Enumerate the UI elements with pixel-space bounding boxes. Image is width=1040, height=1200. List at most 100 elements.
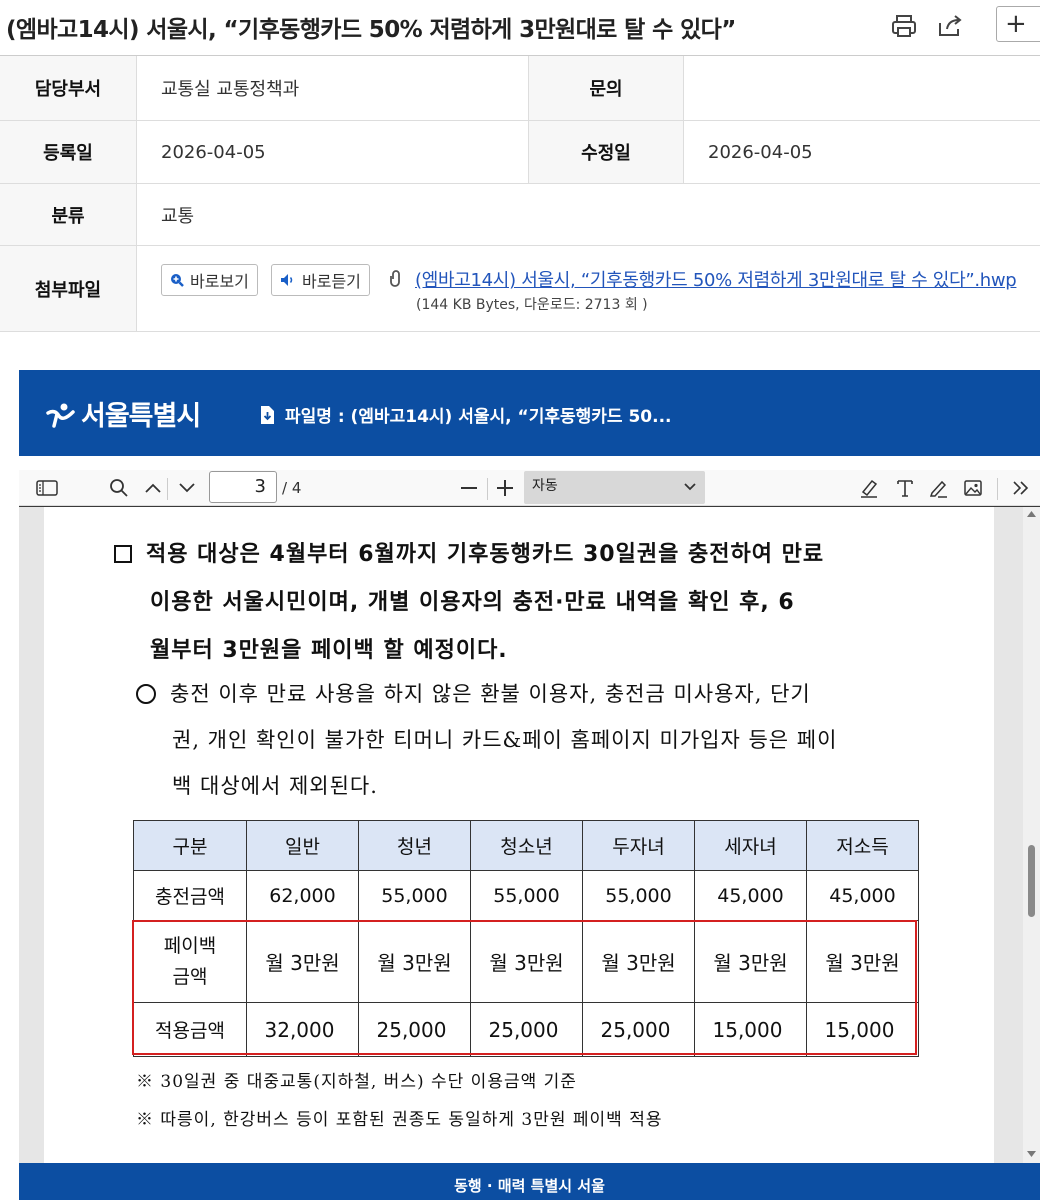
seoul-logo-text: 서울특별시: [81, 401, 201, 432]
paragraph-main: 적용 대상은 4월부터 6월까지 기후동행카드 30일권을 충전하여 만료 이용…: [114, 531, 944, 675]
viewer-toolbar: 3 / 4 자동: [19, 470, 1040, 506]
attach-area: 바로보기 바로듣기 (엠바고14시) 서울시, “기후동행카드 50% 저렴하게…: [137, 246, 1040, 331]
attachment-meta: (144 KB Bytes, 다운로드: 2713 회 ): [416, 297, 648, 313]
contact-value: [684, 56, 1040, 120]
viewer-header: 서울특별시 파일명 : (엠바고14시) 서울시, “기후동행카드 50...: [19, 370, 1040, 456]
sidebar-toggle-icon[interactable]: [35, 476, 59, 500]
scroll-down-icon[interactable]: [1027, 1151, 1036, 1157]
note-2: ※ 따릉이, 한강버스 등이 포함된 권종도 동일하게 3만원 페이백 적용: [136, 1110, 663, 1130]
zoom-out-icon[interactable]: [457, 476, 481, 500]
toolbar-divider: [997, 478, 998, 500]
scrollbar[interactable]: [1023, 507, 1040, 1163]
paragraph-sub: 충전 이후 만료 사용을 하지 않은 환불 이용자, 충전금 미사용자, 단기 …: [136, 671, 944, 809]
attach-label: 첨부파일: [0, 246, 137, 331]
chevron-up-icon[interactable]: [141, 476, 165, 500]
payback-label-line2: 금액: [172, 965, 208, 988]
zoom-in-icon[interactable]: [493, 476, 517, 500]
listen-button[interactable]: 바로듣기: [271, 264, 370, 296]
para2-line1: 충전 이후 만료 사용을 하지 않은 환불 이용자, 충전금 미사용자, 단기: [170, 682, 811, 706]
table-cell: 55,000: [582, 870, 695, 921]
category-label: 분류: [0, 184, 137, 245]
table-row-payback: 페이백 금액 월 3만원 월 3만원 월 3만원 월 3만원 월 3만원 월 3…: [133, 920, 919, 1003]
table-cell: 15,000: [694, 1002, 807, 1057]
more-tools-icon[interactable]: [1009, 476, 1033, 500]
zoom-select[interactable]: 자동: [524, 471, 705, 504]
apply-label: 적용금액: [133, 1002, 247, 1057]
scroll-up-icon[interactable]: [1027, 511, 1036, 517]
table-header-row: 구분 일반 청년 청소년 두자녀 세자녀 저소득: [133, 820, 919, 871]
table-cell: 25,000: [470, 1002, 583, 1057]
mod-label: 수정일: [529, 121, 684, 183]
listen-button-label: 바로듣기: [302, 272, 361, 291]
info-row-category: 분류 교통: [0, 184, 1040, 246]
table-header: 세자녀: [694, 820, 807, 871]
payback-table: 구분 일반 청년 청소년 두자녀 세자녀 저소득 충전금액 62,000 55,…: [133, 820, 919, 1057]
seoul-logo: 서울특별시: [45, 394, 201, 433]
page-total: / 4: [282, 479, 302, 497]
table-header: 구분: [133, 820, 247, 871]
table-cell: 월 3만원: [470, 920, 583, 1003]
circle-bullet-icon: [136, 684, 156, 704]
document-viewer: 서울특별시 파일명 : (엠바고14시) 서울시, “기후동행카드 50... …: [19, 370, 1040, 1200]
payback-label: 페이백 금액: [133, 920, 247, 1003]
table-cell: 월 3만원: [582, 920, 695, 1003]
draw-icon[interactable]: [927, 476, 951, 500]
share-icon[interactable]: [937, 12, 965, 40]
mod-value: 2026-04-05: [708, 141, 813, 163]
plus-icon: +: [1005, 9, 1027, 39]
reg-value: 2026-04-05: [137, 121, 529, 183]
image-icon[interactable]: [961, 476, 985, 500]
document-area: 적용 대상은 4월부터 6월까지 기후동행카드 30일권을 충전하여 만료 이용…: [19, 507, 1040, 1167]
toolbar-divider: [487, 478, 488, 500]
scrollbar-thumb[interactable]: [1028, 845, 1035, 917]
document-page: 적용 대상은 4월부터 6월까지 기후동행카드 30일권을 충전하여 만료 이용…: [44, 507, 994, 1167]
payback-label-line1: 페이백: [163, 934, 217, 957]
view-button[interactable]: 바로보기: [161, 264, 258, 296]
magnifier-icon: [171, 274, 184, 287]
page-number-input[interactable]: 3: [209, 471, 277, 503]
highlight-icon[interactable]: [857, 476, 881, 500]
table-cell: 45,000: [694, 870, 807, 921]
view-button-label: 바로보기: [190, 272, 249, 291]
table-cell: 월 3만원: [246, 920, 359, 1003]
viewer-file-name: 파일명 : (엠바고14시) 서울시, “기후동행카드 50...: [259, 402, 672, 427]
print-icon[interactable]: [890, 12, 918, 40]
para1-line1: 적용 대상은 4월부터 6월까지 기후동행카드 30일권을 충전하여 만료: [146, 542, 825, 567]
info-table: 담당부서 교통실 교통정책과 문의 등록일 2026-04-05 수정일 202…: [0, 56, 1040, 332]
note-1: ※ 30일권 중 대중교통(지하철, 버스) 수단 이용금액 기준: [136, 1072, 577, 1092]
table-header: 청소년: [470, 820, 583, 871]
attachment-link[interactable]: (엠바고14시) 서울시, “기후동행카드 50% 저렴하게 3만원대로 탈 수…: [415, 266, 1017, 292]
table-cell: 월 3만원: [806, 920, 919, 1003]
charge-label: 충전금액: [133, 870, 247, 921]
table-header: 청년: [358, 820, 471, 871]
para1-line2: 이용한 서울시민이며, 개별 이용자의 충전·만료 내역을 확인 후, 6: [150, 590, 795, 615]
para2-line2: 권, 개인 확인이 불가한 티머니 카드&페이 홈페이지 미가입자 등은 페이: [172, 728, 838, 752]
download-file-icon: [261, 405, 274, 424]
table-cell: 32,000: [246, 1002, 359, 1057]
info-row-dept: 담당부서 교통실 교통정책과 문의: [0, 56, 1040, 121]
reg-label: 등록일: [0, 121, 137, 183]
plus-button[interactable]: +: [996, 6, 1040, 42]
table-header: 저소득: [806, 820, 919, 871]
table-header: 두자녀: [582, 820, 695, 871]
para2-line3: 백 대상에서 제외된다.: [172, 774, 378, 798]
viewer-footer: 동행 · 매력 특별시 서울: [19, 1163, 1040, 1200]
viewer-file-label: 파일명 : (엠바고14시) 서울시, “기후동행카드 50...: [285, 407, 672, 427]
dept-value: 교통실 교통정책과: [137, 56, 529, 120]
info-row-attach: 첨부파일 바로보기 바로듣기 (엠바고14시) 서울시, “기후동행카드 50%…: [0, 246, 1040, 332]
page-title: (엠바고14시) 서울시, “기후동행카드 50% 저렴하게 3만원대로 탈 수…: [6, 17, 736, 43]
dept-label: 담당부서: [0, 56, 137, 120]
seoul-logo-icon: [46, 403, 75, 428]
table-cell: 25,000: [358, 1002, 471, 1057]
info-row-dates: 등록일 2026-04-05 수정일 2026-04-05: [0, 121, 1040, 184]
chevron-down-icon[interactable]: [175, 476, 199, 500]
speaker-icon: [281, 274, 293, 286]
search-icon[interactable]: [107, 476, 131, 500]
table-cell: 월 3만원: [694, 920, 807, 1003]
title-bar: (엠바고14시) 서울시, “기후동행카드 50% 저렴하게 3만원대로 탈 수…: [0, 0, 1040, 56]
text-tool-icon[interactable]: [893, 476, 917, 500]
table-row-apply: 적용금액 32,000 25,000 25,000 25,000 15,000 …: [133, 1002, 919, 1057]
table-cell: 55,000: [358, 870, 471, 921]
table-cell: 15,000: [806, 1002, 919, 1057]
category-value: 교통: [161, 205, 195, 227]
